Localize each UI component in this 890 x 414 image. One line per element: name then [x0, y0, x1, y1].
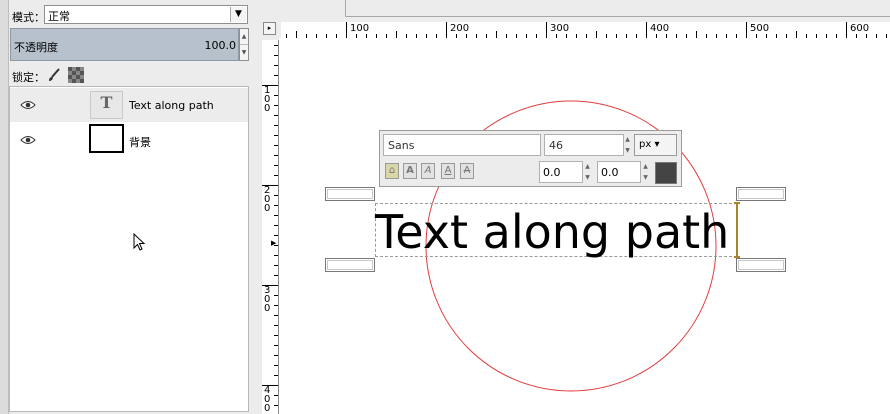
resize-handle-top-left[interactable] — [325, 187, 375, 201]
text-style-editor: Sans 46 ▲ ▼ px ▾ ⌂ A A A A 0.0 ▲ ▼ 0.0 ▲ ▼ — [379, 130, 682, 187]
baseline-input[interactable]: 0.0 — [597, 161, 641, 183]
clear-style-icon[interactable]: ⌂ — [385, 163, 399, 179]
italic-icon[interactable]: A — [421, 163, 435, 179]
baseline-spinner[interactable]: ▲ ▼ — [641, 161, 650, 183]
text-cursor-icon — [734, 202, 740, 258]
font-size-input[interactable]: 46 — [544, 134, 624, 156]
unit-value: px — [639, 139, 652, 150]
unit-select[interactable]: px ▾ — [634, 134, 677, 156]
kerning-spinner[interactable]: ▲ ▼ — [583, 161, 592, 183]
size-spinner[interactable]: ▲ ▼ — [623, 134, 632, 156]
text-color-swatch[interactable] — [655, 162, 677, 184]
resize-handle-top-right[interactable] — [736, 187, 786, 201]
kerning-input[interactable]: 0.0 — [539, 161, 583, 183]
font-input[interactable]: Sans — [383, 134, 541, 156]
resize-handle-bottom-left[interactable] — [325, 258, 375, 272]
canvas-text[interactable]: Text along path — [375, 205, 729, 259]
resize-handle-bottom-right[interactable] — [736, 258, 786, 272]
strikethrough-icon[interactable]: A — [460, 163, 474, 179]
underline-icon[interactable]: A — [441, 163, 455, 179]
bold-icon[interactable]: A — [403, 163, 417, 179]
